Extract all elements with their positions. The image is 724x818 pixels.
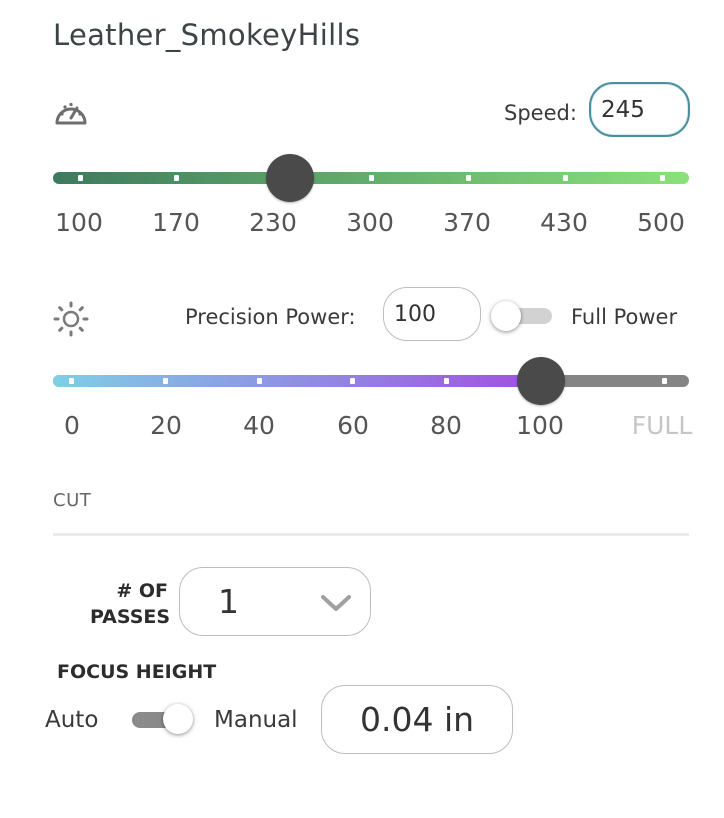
power-slider-thumb[interactable]	[517, 357, 565, 405]
speed-tick-mark	[563, 175, 568, 181]
precision-power-value: 100	[394, 301, 436, 327]
speed-tick-label: 230	[249, 208, 297, 237]
power-tick-label: 80	[430, 411, 462, 440]
power-tick-label: 20	[150, 411, 182, 440]
focus-height-label: FOCUS HEIGHT	[57, 661, 217, 683]
speed-tick-label: 370	[443, 208, 491, 237]
speed-tick-label: 430	[540, 208, 588, 237]
speed-label: Speed:	[504, 101, 577, 125]
sun-icon	[53, 301, 89, 337]
full-power-label: Full Power	[571, 305, 678, 329]
power-tick-label: 0	[64, 411, 80, 440]
cut-section-label: CUT	[53, 490, 92, 511]
speed-slider-thumb[interactable]	[266, 154, 314, 202]
full-power-toggle-knob[interactable]	[491, 301, 521, 331]
power-tick-mark	[69, 378, 74, 384]
speed-input[interactable]: 245	[589, 82, 690, 137]
focus-auto-label: Auto	[45, 707, 99, 733]
speed-slider[interactable]	[53, 172, 689, 184]
passes-label-line1: # OF	[116, 580, 168, 602]
power-tick-label: 100	[516, 411, 564, 440]
chevron-down-icon	[321, 595, 351, 611]
power-tick-label-full: FULL	[631, 411, 693, 440]
focus-height-value: 0.04 in	[360, 700, 475, 739]
speed-tick-mark	[660, 175, 665, 181]
power-slider-track-filled[interactable]	[53, 375, 541, 387]
power-tick-mark	[257, 378, 262, 384]
speed-input-value: 245	[601, 96, 645, 123]
speed-tick-label: 100	[55, 208, 103, 237]
power-slider[interactable]	[53, 375, 689, 387]
full-power-toggle[interactable]	[490, 300, 554, 332]
material-title: Leather_SmokeyHills	[53, 18, 361, 52]
speed-tick-mark	[369, 175, 374, 181]
power-tick-label: 40	[243, 411, 275, 440]
focus-mode-toggle[interactable]	[132, 703, 198, 737]
power-tick-label: 60	[337, 411, 369, 440]
power-tick-mark	[662, 378, 667, 384]
focus-height-input[interactable]: 0.04 in	[321, 685, 513, 754]
power-tick-mark	[350, 378, 355, 384]
focus-mode-toggle-knob[interactable]	[163, 704, 193, 734]
passes-label: # OF PASSES	[90, 578, 171, 630]
passes-select-value: 1	[218, 582, 239, 621]
focus-manual-label: Manual	[214, 707, 298, 733]
speed-tick-mark	[78, 175, 83, 181]
passes-label-line2: PASSES	[90, 606, 171, 628]
speed-tick-mark	[466, 175, 471, 181]
precision-power-label: Precision Power:	[185, 305, 356, 329]
passes-select[interactable]: 1	[179, 567, 371, 636]
speed-tick-label: 170	[152, 208, 200, 237]
speed-tick-label: 300	[346, 208, 394, 237]
speedometer-icon	[55, 102, 87, 125]
precision-power-input[interactable]: 100	[383, 287, 481, 341]
section-divider	[53, 533, 689, 536]
power-tick-mark	[444, 378, 449, 384]
speed-tick-mark	[174, 175, 179, 181]
speed-tick-label: 500	[637, 208, 685, 237]
power-tick-mark	[163, 378, 168, 384]
